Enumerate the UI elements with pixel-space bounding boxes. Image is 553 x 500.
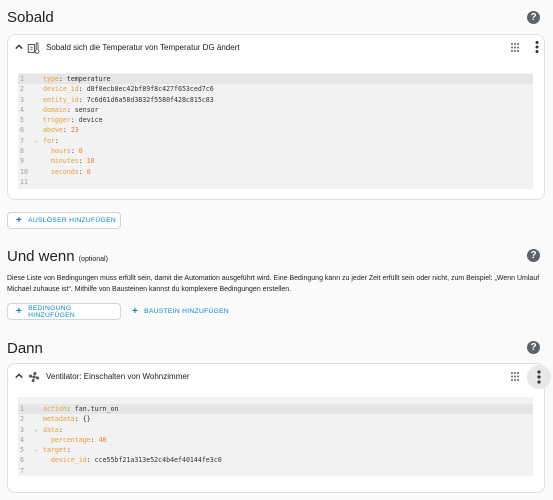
code-line[interactable]: 3 entity_id: 7c6d61d6a58d3832f5580f428c81… (18, 95, 533, 105)
fold-toggle-icon[interactable]: ⌄ (34, 445, 38, 455)
condition-description: Diese Liste von Bedingungen muss erfüllt… (7, 275, 540, 293)
code-line[interactable]: 8 hours: 0 (18, 146, 533, 156)
code-text: minutes: 10 (50, 157, 95, 166)
code-line[interactable]: 6 above: 23 (18, 125, 533, 135)
line-number: 4 (20, 105, 24, 114)
line-number: 3 (20, 425, 24, 434)
code-line[interactable]: 2 device_id: d8f0ecb8ec42bf89f8c427f653ce… (18, 84, 533, 94)
line-number: 6 (20, 126, 24, 135)
code-text: trigger: device (43, 116, 103, 125)
action-yaml-editor[interactable]: 1 action: fan.turn_on 2 metadata: {} 3 ⌄ data:… (18, 397, 533, 476)
drag-handle-icon[interactable] (510, 42, 520, 53)
code-text: data: (43, 425, 63, 434)
trigger-card-header[interactable]: Sobald sich die Temperatur von Temperatu… (8, 35, 544, 61)
code-line[interactable]: 7 ⌄ for: (18, 136, 533, 146)
code-text: above: 23 (43, 126, 79, 135)
trigger-help-icon[interactable]: ? (527, 11, 540, 24)
line-number: 10 (20, 167, 28, 176)
condition-title-text: Und wenn (7, 248, 75, 265)
line-number: 11 (20, 177, 28, 186)
add-trigger-label: AUSLÖSER HINZUFÜGEN (28, 217, 116, 224)
more-vert-icon[interactable] (527, 365, 551, 389)
action-section-title: Dann (7, 340, 43, 357)
optional-label: (optional) (78, 256, 108, 263)
line-number: 1 (20, 75, 24, 83)
line-number: 2 (20, 85, 24, 94)
add-trigger-button[interactable]: + AUSLÖSER HINZUFÜGEN (7, 212, 121, 229)
code-text: type: temperature (43, 75, 111, 83)
more-vert-icon[interactable] (528, 38, 546, 56)
line-number: 5 (20, 446, 24, 455)
action-card-title: Ventilator: Einschalten von Wohnzimmer (46, 372, 190, 381)
condition-section-title: Und wenn (optional) (7, 248, 108, 265)
action-card-header[interactable]: Ventilator: Einschalten von Wohnzimmer (8, 364, 551, 390)
code-text: target: (43, 446, 71, 455)
code-text: metadata: {} (43, 415, 91, 424)
trigger-yaml-editor[interactable]: 1 type: temperature 2 device_id: d8f0ecb8ec… (18, 73, 533, 189)
code-text: entity_id: 7c6d61d6a58d3832f5580f428c815… (43, 95, 214, 104)
trigger-card: Sobald sich die Temperatur von Temperatu… (7, 34, 545, 200)
code-text: action: fan.turn_on (43, 405, 119, 413)
plus-icon: + (16, 305, 23, 317)
code-line[interactable]: 3 ⌄ data: (18, 425, 533, 435)
add-building-block-button[interactable]: + BAUSTEIN HINZUFÜGEN (124, 303, 234, 320)
code-line[interactable]: 1 action: fan.turn_on (18, 404, 533, 415)
action-help-icon[interactable]: ? (527, 341, 540, 354)
add-condition-label: BEDINGUNG HINZUFÜGEN (28, 304, 75, 319)
code-line[interactable]: 11 (18, 177, 533, 187)
add-building-block-label: BAUSTEIN HINZUFÜGEN (144, 308, 229, 315)
condition-help-icon[interactable]: ? (527, 249, 540, 262)
line-number: 6 (20, 456, 24, 465)
line-number: 1 (20, 405, 24, 413)
code-text: hours: 0 (50, 147, 83, 156)
thermometer-device-icon (27, 42, 40, 54)
line-number: 7 (20, 136, 24, 145)
code-text: device_id: cce55bf21a313e52c4b4ef40144fe… (50, 456, 222, 465)
code-line[interactable]: 4 domain: sensor (18, 105, 533, 115)
code-text: domain: sensor (43, 105, 99, 114)
code-text: for: (43, 136, 59, 145)
plus-icon: + (16, 214, 23, 226)
code-text: percentage: 40 (50, 435, 107, 444)
action-card: Ventilator: Einschalten von Wohnzimmer 1… (7, 363, 551, 493)
chevron-up-icon[interactable] (15, 372, 23, 380)
fold-toggle-icon[interactable]: ⌄ (34, 136, 38, 146)
code-line[interactable]: 7 (18, 466, 533, 476)
code-text: device_id: d8f0ecb8ec42bf89f8c427f653ced… (43, 85, 214, 94)
code-line[interactable]: 1 type: temperature (18, 74, 533, 85)
line-number: 9 (20, 157, 24, 166)
line-number: 8 (20, 147, 24, 156)
code-line[interactable]: 5 ⌄ target: (18, 445, 533, 455)
code-line[interactable]: 4 percentage: 40 (18, 435, 533, 445)
code-line[interactable]: 6 device_id: cce55bf21a313e52c4b4ef40144… (18, 455, 533, 465)
code-line[interactable]: 10 seconds: 0 (18, 167, 533, 177)
trigger-section-title: Sobald (7, 9, 54, 26)
chevron-up-icon[interactable] (15, 43, 23, 51)
line-number: 3 (20, 95, 24, 104)
drag-handle-icon[interactable] (510, 371, 520, 382)
code-line[interactable]: 5 trigger: device (18, 115, 533, 125)
code-text: seconds: 0 (50, 167, 91, 176)
trigger-card-title: Sobald sich die Temperatur von Temperatu… (46, 43, 240, 52)
line-number: 5 (20, 116, 24, 125)
line-number: 7 (20, 466, 24, 475)
fold-toggle-icon[interactable]: ⌄ (34, 425, 38, 435)
code-line[interactable]: 9 minutes: 10 (18, 156, 533, 166)
add-condition-button[interactable]: + BEDINGUNG HINZUFÜGEN (7, 303, 121, 320)
line-number: 2 (20, 415, 24, 424)
plus-icon: + (132, 305, 139, 317)
code-line[interactable]: 2 metadata: {} (18, 414, 533, 424)
fan-icon (28, 371, 40, 383)
line-number: 4 (20, 435, 24, 444)
